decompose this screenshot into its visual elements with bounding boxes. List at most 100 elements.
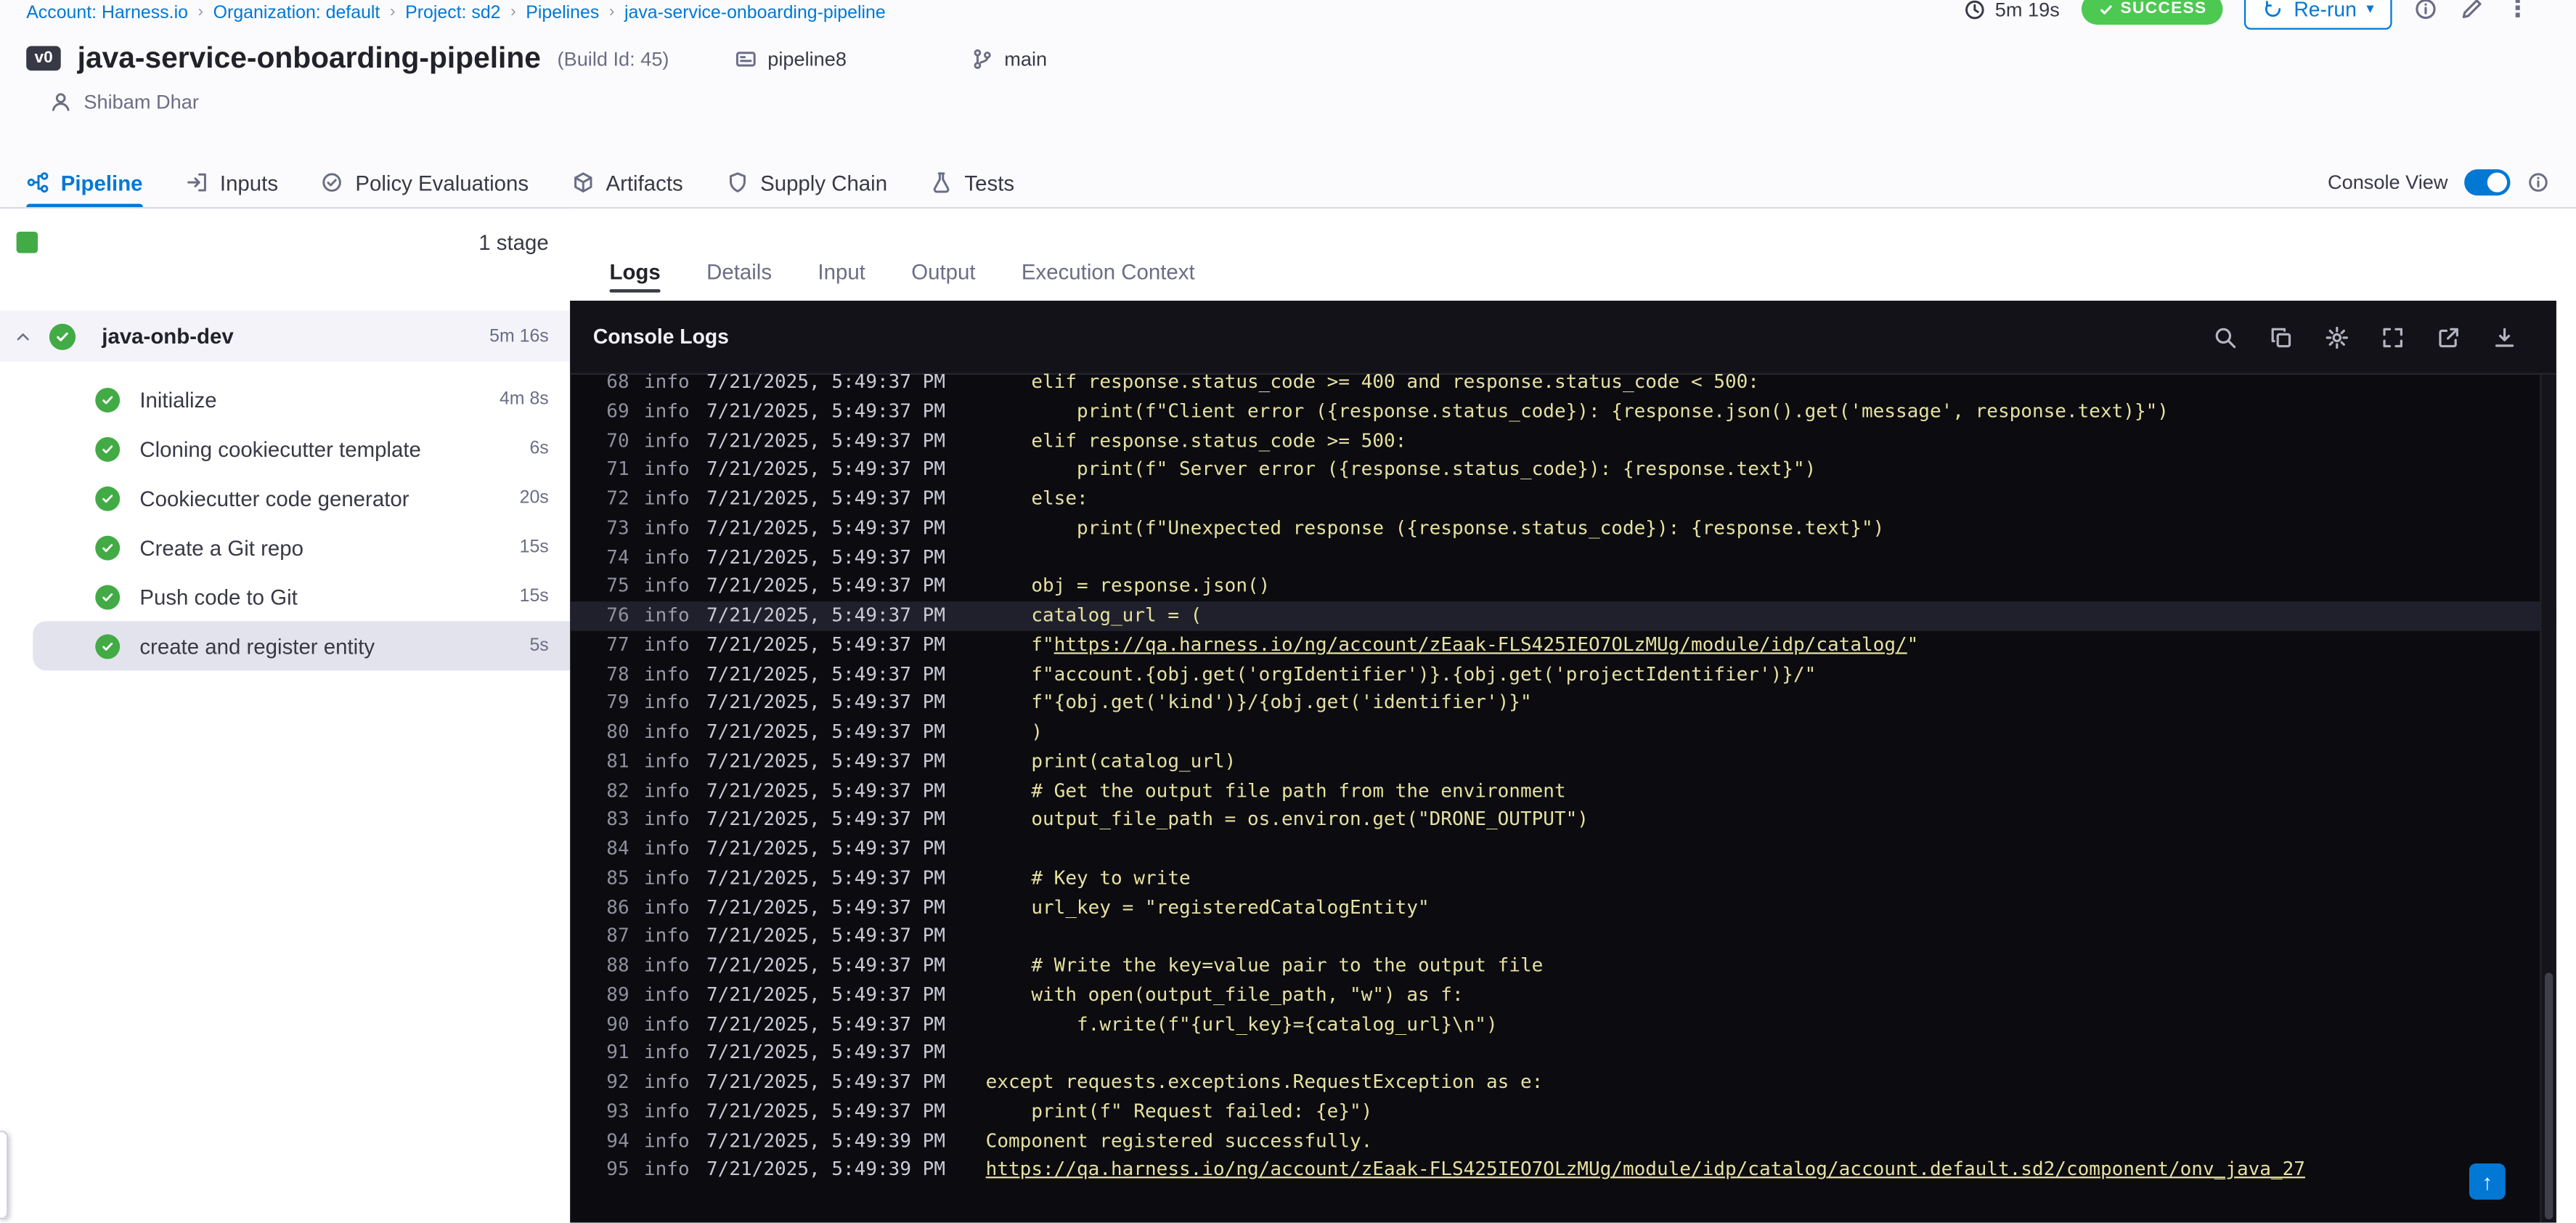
tab-supply-chain[interactable]: Supply Chain [726, 158, 887, 207]
scrollbar-thumb[interactable] [2545, 972, 2553, 1219]
success-check-icon [95, 386, 121, 412]
log-line-number: 92 [606, 1070, 629, 1093]
status-text: SUCCESS [2120, 0, 2207, 18]
log-line-number: 69 [606, 399, 629, 422]
edit-icon[interactable] [2459, 0, 2484, 21]
breadcrumb-separator: › [510, 3, 516, 22]
duration-text: 5m 19s [1994, 0, 2060, 21]
tests-icon [930, 171, 953, 194]
status-badge: SUCCESS [2081, 0, 2224, 25]
log-tab-details[interactable]: Details [706, 260, 772, 301]
step-cloning-cookiecutter-template[interactable]: Cloning cookiecutter template 6s [0, 424, 570, 474]
download-icon[interactable] [2493, 325, 2517, 349]
log-line-number: 94 [606, 1128, 629, 1152]
open-in-new-icon[interactable] [2437, 325, 2461, 349]
step-name: Cookiecutter code generator [139, 485, 409, 511]
log-level: info [644, 895, 690, 918]
log-link[interactable]: https://qa.harness.io/ng/account/zEaak-F… [986, 1158, 2305, 1181]
step-name: Cloning cookiecutter template [139, 436, 421, 461]
search-icon[interactable] [2213, 325, 2238, 349]
log-level: info [644, 807, 690, 831]
step-cookiecutter-code-generator[interactable]: Cookiecutter code generator 20s [0, 474, 570, 523]
breadcrumb-item-organization-default[interactable]: Organization: default [213, 2, 380, 22]
step-initialize[interactable]: Initialize 4m 8s [0, 375, 570, 424]
log-level: info [644, 1099, 690, 1122]
log-tab-input[interactable]: Input [818, 260, 865, 301]
tab-policy-evaluations[interactable]: Policy Evaluations [321, 158, 529, 207]
log-line-number: 87 [606, 924, 629, 947]
breadcrumb-item-account-harness-io[interactable]: Account: Harness.io [26, 2, 188, 22]
drawer-handle[interactable] [0, 1130, 9, 1219]
copy-icon[interactable] [2269, 325, 2294, 349]
log-timestamp: 7/21/2025, 5:49:37 PM [706, 515, 946, 539]
log-level: info [644, 778, 690, 802]
log-output: 68 info 7/21/2025, 5:49:37 PM elif respons… [570, 370, 2556, 1185]
tab-pipeline[interactable]: Pipeline [26, 158, 143, 208]
step-push-code-to-git[interactable]: Push code to Git 15s [0, 572, 570, 621]
breadcrumb-item-project-sd2[interactable]: Project: sd2 [405, 2, 500, 22]
log-message: f.write(f"{url_key}={catalog_url}\n") [985, 1011, 1498, 1035]
step-duration: 15s [519, 586, 549, 606]
log-tab-logs[interactable]: Logs [609, 260, 661, 301]
log-level: info [644, 749, 690, 772]
tabs-row: Pipeline Inputs Policy Evaluations Artifact… [0, 158, 2576, 209]
log-timestamp: 7/21/2025, 5:49:37 PM [706, 953, 946, 977]
log-line: 87 info 7/21/2025, 5:49:37 PM [570, 922, 2556, 951]
stage-graph-icon[interactable] [16, 230, 38, 253]
log-level: info [644, 661, 690, 685]
log-level: info [644, 1157, 690, 1181]
step-duration: 15s [519, 537, 549, 558]
breadcrumb-item-java-service-onboarding-pipeline[interactable]: java-service-onboarding-pipeline [624, 2, 886, 22]
log-line: 76 info 7/21/2025, 5:49:37 PM catalog_url … [570, 601, 2556, 631]
log-line: 69 info 7/21/2025, 5:49:37 PM print(f"Clie… [570, 397, 2556, 426]
collapse-chevron-icon[interactable] [13, 326, 33, 346]
log-tab-execution-context[interactable]: Execution Context [1022, 260, 1195, 301]
log-level: info [644, 515, 690, 539]
log-message: except requests.exceptions.RequestExcept… [985, 1070, 1544, 1093]
log-level: info [644, 370, 690, 393]
log-message: elif response.status_code >= 400 and res… [985, 370, 1759, 393]
id-card-icon [735, 46, 758, 70]
log-timestamp: 7/21/2025, 5:49:37 PM [706, 1040, 946, 1064]
step-create-and-register-entity[interactable]: create and register entity 5s [33, 621, 571, 671]
log-timestamp: 7/21/2025, 5:49:37 PM [706, 690, 946, 714]
log-timestamp: 7/21/2025, 5:49:37 PM [706, 807, 946, 831]
rerun-button[interactable]: Re-run ▾ [2244, 0, 2392, 29]
fullscreen-icon[interactable] [2381, 325, 2405, 349]
tab-artifacts[interactable]: Artifacts [571, 158, 683, 207]
branch[interactable]: main [971, 46, 1047, 70]
log-line-number: 71 [606, 457, 629, 481]
step-create-a-git-repo[interactable]: Create a Git repo 15s [0, 523, 570, 572]
console-header: Console Logs [570, 301, 2556, 375]
log-line-number: 72 [606, 486, 629, 510]
breadcrumb: Account: Harness.io › Organization: defaul… [26, 2, 886, 22]
log-line-number: 89 [606, 982, 629, 1006]
console-title: Console Logs [592, 325, 729, 349]
log-timestamp: 7/21/2025, 5:49:37 PM [706, 428, 946, 452]
log-line: 75 info 7/21/2025, 5:49:37 PM obj = respon… [570, 572, 2556, 601]
settings-icon[interactable] [2325, 325, 2349, 349]
log-line: 95 info 7/21/2025, 5:49:39 PM https://qa.ha… [570, 1155, 2556, 1185]
more-options-icon[interactable]: ⋮ [2506, 0, 2530, 21]
tab-inputs[interactable]: Inputs [185, 158, 278, 207]
scroll-to-top-button[interactable]: ↑ [2469, 1163, 2506, 1200]
log-timestamp: 7/21/2025, 5:49:37 PM [706, 457, 946, 481]
log-timestamp: 7/21/2025, 5:49:37 PM [706, 603, 946, 627]
console-view-toggle[interactable] [2464, 169, 2511, 196]
caret-down-icon: ▾ [2366, 0, 2374, 17]
console-view-info-icon[interactable] [2527, 171, 2550, 194]
log-link[interactable]: https://qa.harness.io/ng/account/zEaak-F… [1054, 633, 1907, 656]
info-icon[interactable] [2413, 0, 2438, 21]
stage-row[interactable]: java-onb-dev 5m 16s [0, 310, 571, 362]
step-duration: 20s [519, 488, 549, 508]
console-panel: Console Logs 68 info 7/21/2025, 5:49:37 PM… [570, 301, 2556, 1223]
log-tab-output[interactable]: Output [911, 260, 975, 301]
log-level: info [644, 836, 690, 860]
tab-tests[interactable]: Tests [930, 158, 1014, 207]
log-line-number: 76 [606, 603, 629, 627]
breadcrumb-item-pipelines[interactable]: Pipelines [526, 2, 599, 22]
success-check-icon [95, 436, 121, 461]
log-message: # Get the output file path from the envi… [985, 778, 1566, 802]
log-line: 88 info 7/21/2025, 5:49:37 PM # Write the … [570, 951, 2556, 980]
scrollbar[interactable] [2540, 374, 2556, 1223]
